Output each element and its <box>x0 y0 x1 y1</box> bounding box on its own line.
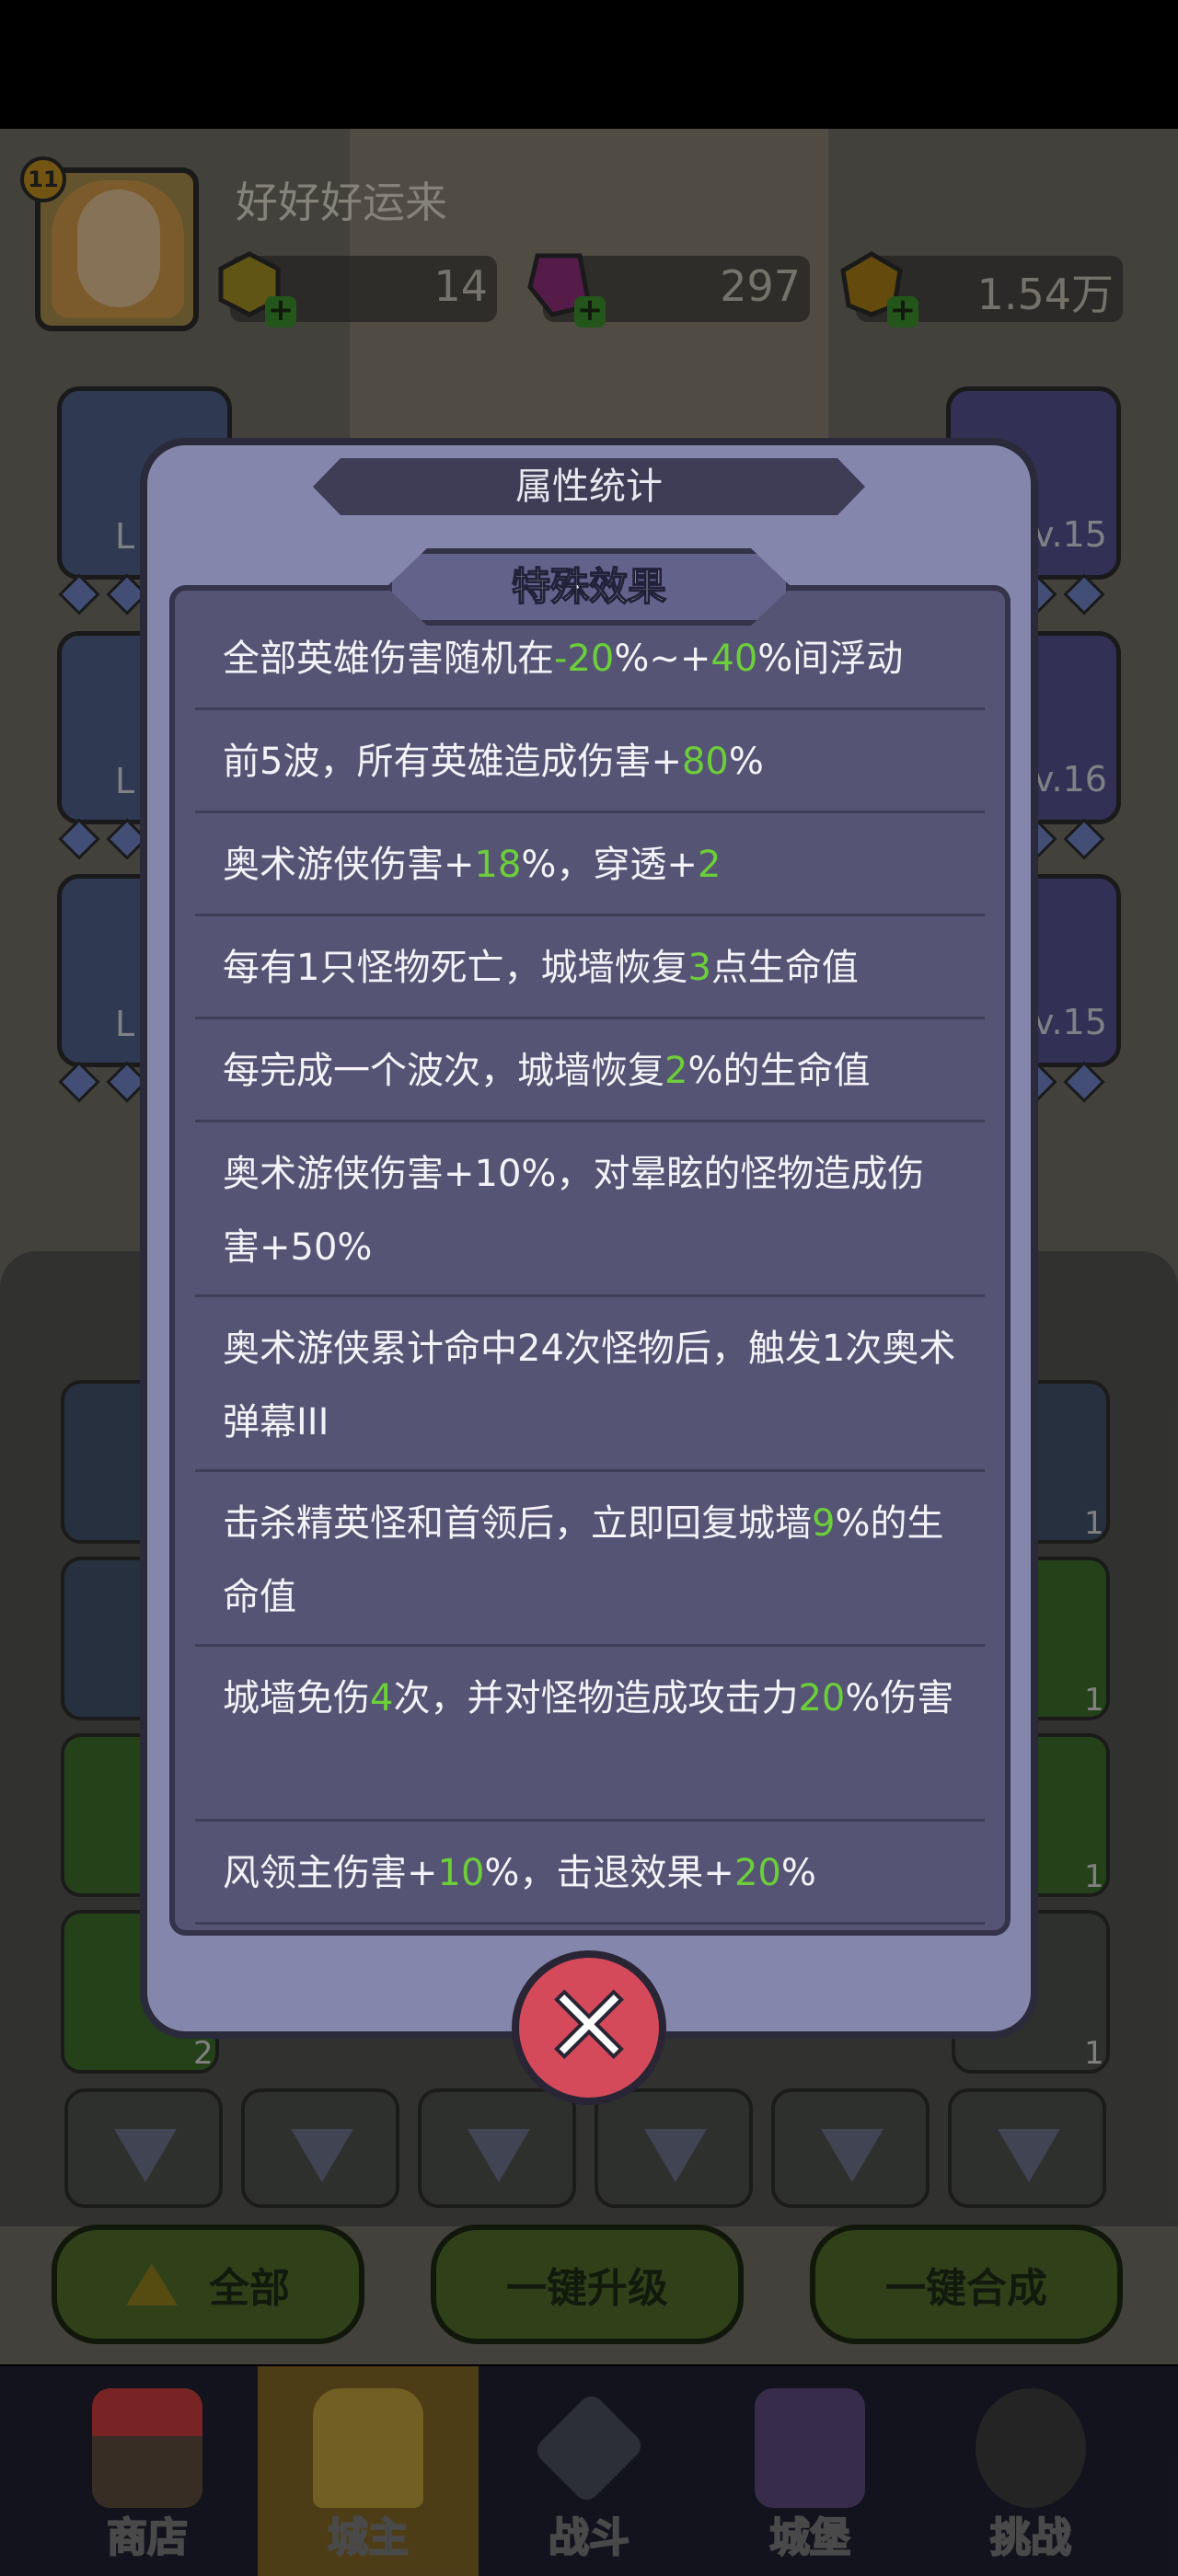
effect-item: 每有1只怪物死亡，城墙恢复3点生命值 <box>195 916 985 1019</box>
effect-item: 奥术游侠累计命中24次怪物后，触发1次奥术弹幕III <box>195 1297 985 1472</box>
effect-text: % <box>728 741 764 783</box>
effect-item: 每完成一个波次，城墙恢复2%的生命值 <box>195 1019 985 1122</box>
effect-text: 全部英雄伤害随机在 <box>223 638 554 680</box>
effect-item: 城墙免伤4次，并对怪物造成攻击力20%伤害 <box>195 1647 985 1822</box>
close-icon: ✕ <box>541 1963 638 2091</box>
effect-text: %~+ <box>614 638 711 680</box>
effect-text: % <box>780 1852 816 1894</box>
effect-value: 2 <box>697 844 722 886</box>
effect-text: 前5波，所有英雄造成伤害+ <box>223 741 682 783</box>
effect-item: 风领主伤害+10%，击退效果+20% <box>195 1822 985 1925</box>
effect-value: 10 <box>437 1852 485 1894</box>
effect-value: 4 <box>370 1677 394 1719</box>
effect-text: 每有1只怪物死亡，城墙恢复 <box>223 947 688 989</box>
effect-text: 奥术游侠累计命中24次怪物后，触发1次奥术弹幕III <box>223 1328 956 1443</box>
dialog-title: 属性统计 <box>515 466 663 508</box>
effect-text: %的生命值 <box>687 1050 871 1092</box>
effect-text: %间浮动 <box>757 638 904 680</box>
effects-list[interactable]: 全部英雄伤害随机在-20%~+40%间浮动 前5波，所有英雄造成伤害+80% 奥术游… <box>195 607 985 1925</box>
effect-text: 奥术游侠伤害+10%，对晕眩的怪物造成伤害+50% <box>223 1153 925 1269</box>
effect-text: %，穿透+ <box>521 844 698 886</box>
effect-value: 20 <box>798 1677 846 1719</box>
effect-value: 20 <box>733 1852 781 1894</box>
effect-text: 次，并对怪物造成攻击力 <box>393 1677 799 1719</box>
effect-value: 40 <box>710 638 758 680</box>
effect-value: 3 <box>687 947 711 989</box>
effect-text: 城墙免伤 <box>223 1677 370 1719</box>
effect-value: -20 <box>554 638 615 680</box>
effect-text: %，击退效果+ <box>484 1852 734 1894</box>
effect-text: 每完成一个波次，城墙恢复 <box>223 1050 664 1092</box>
effect-value: 2 <box>664 1050 688 1092</box>
effect-text: %伤害 <box>845 1677 954 1719</box>
close-button[interactable]: ✕ <box>512 1950 666 2105</box>
status-bar <box>0 0 1178 129</box>
effect-item: 奥术游侠伤害+18%，穿透+2 <box>195 813 985 916</box>
effect-value: 80 <box>681 741 729 783</box>
effect-item: 全部英雄伤害随机在-20%~+40%间浮动 <box>195 607 985 710</box>
effect-item: 前5波，所有英雄造成伤害+80% <box>195 710 985 813</box>
effect-text: 击杀精英怪和首领后，立即回复城墙 <box>223 1502 812 1545</box>
effect-text: 奥术游侠伤害+ <box>223 844 475 886</box>
effect-text: 风领主伤害+ <box>223 1852 438 1894</box>
effect-text: 点生命值 <box>710 947 859 989</box>
effect-item: 击杀精英怪和首领后，立即回复城墙9%的生命值 <box>195 1472 985 1647</box>
effect-item: 奥术游侠伤害+10%，对晕眩的怪物造成伤害+50% <box>195 1122 985 1297</box>
effect-value: 18 <box>474 844 522 886</box>
effect-value: 9 <box>812 1502 836 1545</box>
